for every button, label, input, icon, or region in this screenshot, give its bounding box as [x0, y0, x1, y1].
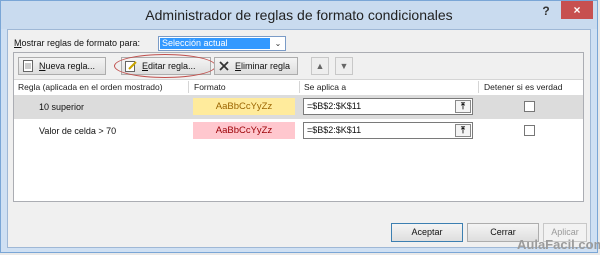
rule-name: Valor de celda > 70	[39, 126, 117, 136]
move-up-button[interactable]: ▲	[311, 57, 329, 75]
dialog-window: Administrador de reglas de formato condi…	[0, 0, 598, 253]
show-rules-label-accesskey: M	[14, 38, 22, 48]
accept-button[interactable]: Aceptar	[391, 223, 463, 242]
applies-to-value: =$B$2:$K$11	[307, 101, 362, 111]
show-rules-label-text: ostrar reglas de formato para:	[21, 38, 141, 48]
show-rules-label: Mostrar reglas de formato para:	[14, 38, 140, 48]
header-format: Formato	[194, 82, 226, 92]
header-applies-to: Se aplica a	[304, 82, 347, 92]
delete-rule-label: Eliminar regla	[235, 58, 290, 74]
new-rule-button[interactable]: Nueva regla...	[18, 57, 106, 75]
arrow-up-icon: ▲	[315, 61, 325, 71]
chevron-down-icon[interactable]: ⌄	[272, 38, 284, 49]
highlight-ring	[114, 54, 216, 78]
rule-name: 10 superior	[39, 102, 85, 112]
new-rule-label: Nueva regla...	[39, 58, 95, 74]
new-rule-icon	[23, 60, 33, 72]
new-rule-text: ueva regla...	[45, 61, 96, 71]
stop-if-true-checkbox[interactable]	[524, 101, 535, 112]
applies-to-value: =$B$2:$K$11	[307, 125, 362, 135]
title-bar[interactable]: Administrador de reglas de formato condi…	[1, 1, 597, 29]
arrow-down-icon: ▼	[339, 61, 349, 71]
delete-rule-text: liminar regla	[241, 61, 291, 71]
dialog-body: Mostrar reglas de formato para: Selecció…	[7, 29, 591, 248]
move-down-button[interactable]: ▼	[335, 57, 353, 75]
stop-if-true-checkbox[interactable]	[524, 125, 535, 136]
applies-to-field[interactable]: =$B$2:$K$11 ⤒	[303, 122, 473, 139]
rules-panel: Nueva regla... Editar regla... Eliminar …	[13, 52, 584, 202]
header-stop-if-true: Detener si es verdad	[484, 82, 563, 92]
show-rules-dropdown[interactable]: Selección actual ⌄	[158, 36, 286, 51]
applies-to-field[interactable]: =$B$2:$K$11 ⤒	[303, 98, 473, 115]
range-select-icon[interactable]: ⤒	[455, 124, 471, 137]
rules-table-header: Regla (aplicada en el orden mostrado) Fo…	[14, 80, 583, 94]
header-divider	[299, 81, 300, 93]
header-divider	[478, 81, 479, 93]
delete-icon	[219, 61, 229, 71]
rule-row[interactable]: Valor de celda > 70 AaBbCcYyZz =$B$2:$K$…	[14, 119, 583, 143]
format-preview: AaBbCcYyZz	[193, 98, 295, 115]
range-select-icon[interactable]: ⤒	[455, 100, 471, 113]
close-button[interactable]: ×	[561, 1, 593, 19]
header-rule: Regla (aplicada en el orden mostrado)	[18, 82, 163, 92]
rules-toolbar: Nueva regla... Editar regla... Eliminar …	[14, 53, 583, 80]
dialog-title: Administrador de reglas de formato condi…	[145, 7, 453, 23]
header-divider	[188, 81, 189, 93]
format-preview: AaBbCcYyZz	[193, 122, 295, 139]
rule-row[interactable]: 10 superior AaBbCcYyZz =$B$2:$K$11 ⤒	[14, 95, 583, 119]
watermark: AulaFacil.com	[517, 237, 600, 252]
help-button[interactable]: ?	[539, 4, 553, 18]
delete-rule-button[interactable]: Eliminar regla	[214, 57, 298, 75]
show-rules-selected-value: Selección actual	[160, 38, 270, 49]
